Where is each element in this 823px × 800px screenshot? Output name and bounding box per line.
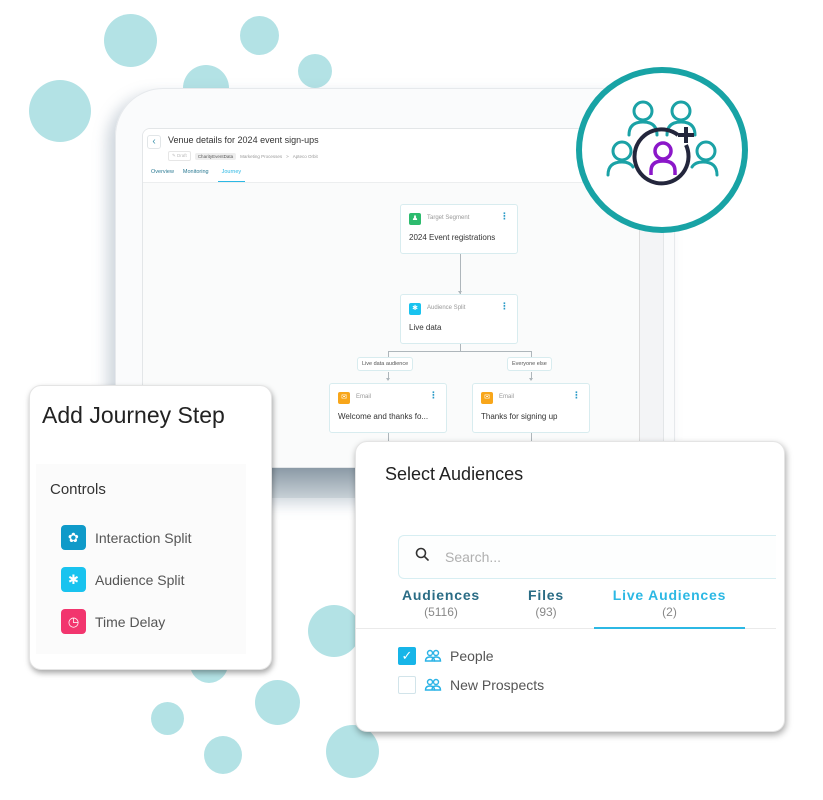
breadcrumb-item[interactable]: Marketing Processes: [240, 154, 282, 159]
audience-split-icon: ✱: [61, 567, 86, 592]
tab-journey[interactable]: Journey: [217, 169, 246, 182]
add-journey-step-panel: Add Journey Step Controls ✿ Interaction …: [29, 385, 272, 670]
search-placeholder: Search...: [445, 549, 502, 565]
decorative-dot: [255, 680, 300, 725]
audience-tabs: Audiences (5116) Files (93) Live Audienc…: [356, 587, 776, 629]
interaction-split-icon: ✿: [61, 525, 86, 550]
search-icon: [415, 547, 429, 561]
tab-live-audiences[interactable]: Live Audiences (2): [594, 587, 745, 629]
journey-node-email[interactable]: ✉ Email ⋮ Welcome and thanks fo...: [329, 383, 447, 433]
branch-label: Everyone else: [507, 357, 552, 371]
segment-icon: ♟: [409, 213, 421, 225]
check-icon: ✓: [401, 648, 413, 663]
decorative-dot: [240, 16, 279, 55]
more-menu-icon[interactable]: ⋮: [500, 212, 509, 221]
audience-split-icon: ✱: [409, 303, 421, 315]
control-time-delay[interactable]: ◷ Time Delay: [61, 609, 165, 634]
tab-audiences[interactable]: Audiences (5116): [396, 587, 486, 619]
decorative-dot: [298, 54, 332, 88]
back-button[interactable]: ‹: [147, 135, 161, 149]
journey-node-target-segment[interactable]: ♟ Target Segment ⋮ 2024 Event registrati…: [400, 204, 518, 254]
page-tabs: Overview Monitoring Journey: [151, 169, 246, 182]
tab-files[interactable]: Files (93): [516, 587, 576, 619]
people-icon: [424, 678, 442, 691]
add-audience-badge: [576, 67, 748, 233]
panel-title: Add Journey Step: [42, 402, 225, 428]
decorative-dot: [104, 14, 157, 67]
tab-monitoring[interactable]: Monitoring: [183, 169, 209, 182]
connector-line: [388, 351, 532, 352]
journey-node-email[interactable]: ✉ Email ⋮ Thanks for signing up: [472, 383, 590, 433]
more-menu-icon[interactable]: ⋮: [572, 391, 581, 400]
meta-row: ✎ Draft CharityEventData Marketing Proce…: [168, 151, 318, 161]
decorative-dot: [204, 736, 242, 774]
decorative-dot: [326, 725, 379, 778]
connector-line: [460, 344, 461, 351]
panel-title: Select Audiences: [385, 464, 524, 484]
data-source-tag: CharityEventData: [194, 152, 237, 160]
checkbox-checked[interactable]: ✓: [398, 647, 416, 665]
email-icon: ✉: [481, 392, 493, 404]
decorative-dot: [29, 80, 91, 142]
breadcrumb-item[interactable]: Apteco Orbit: [293, 154, 318, 159]
decorative-dot: [308, 605, 360, 657]
checkbox-unchecked[interactable]: [398, 676, 416, 694]
journey-node-audience-split[interactable]: ✱ Audience Split ⋮ Live data: [400, 294, 518, 344]
people-icon: [424, 649, 442, 662]
pencil-icon: ✎: [172, 153, 176, 158]
connector-arrow: [529, 378, 533, 381]
section-heading: Controls: [50, 481, 106, 498]
connector-line: [460, 254, 461, 294]
email-icon: ✉: [338, 392, 350, 404]
branch-label: Live data audience: [357, 357, 414, 371]
control-audience-split[interactable]: ✱ Audience Split: [61, 567, 185, 592]
chevron-left-icon: ‹: [152, 136, 156, 147]
audience-item[interactable]: ✓ People: [398, 647, 494, 665]
breadcrumb-separator: >: [286, 153, 289, 159]
more-menu-icon[interactable]: ⋮: [429, 391, 438, 400]
audience-item[interactable]: New Prospects: [398, 676, 544, 694]
control-interaction-split[interactable]: ✿ Interaction Split: [61, 525, 192, 550]
more-menu-icon[interactable]: ⋮: [500, 302, 509, 311]
status-badge: ✎ Draft: [168, 151, 191, 161]
select-audiences-panel: Select Audiences Search... Audiences (51…: [355, 441, 785, 732]
page-title: Venue details for 2024 event sign-ups: [168, 135, 319, 145]
connector-arrow: [386, 378, 390, 381]
add-audience-icon: [606, 100, 719, 186]
decorative-dot: [151, 702, 184, 735]
tab-overview[interactable]: Overview: [151, 169, 174, 182]
search-input[interactable]: Search...: [398, 535, 776, 579]
clock-icon: ◷: [61, 609, 86, 634]
